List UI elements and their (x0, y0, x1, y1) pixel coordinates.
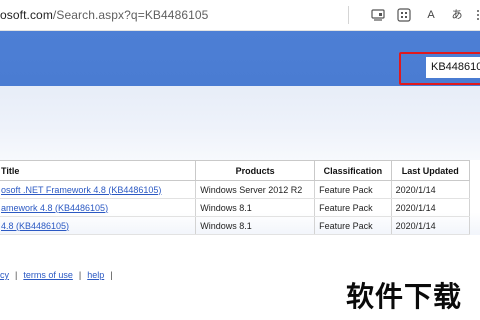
column-header-classification[interactable]: Classification (314, 160, 392, 181)
read-aloud-label: A (427, 9, 435, 21)
url-path: /Search.aspx?q=KB4486105 (52, 8, 209, 22)
cell-last-updated: 2020/1/14 (390, 216, 471, 235)
help-link[interactable]: help (87, 270, 104, 280)
url-host: osoft.com (0, 8, 53, 22)
header-fade (0, 86, 480, 160)
apps-icon[interactable] (396, 7, 412, 23)
read-aloud-icon[interactable]: A (423, 7, 439, 23)
results-table: Title Products Classification Last Updat… (0, 160, 471, 235)
cell-classification: Feature Pack (314, 180, 392, 199)
update-title-link[interactable]: amework 4.8 (KB4486105) (1, 203, 108, 213)
cell-classification: Feature Pack (314, 198, 392, 217)
address-bar[interactable]: osoft.com/Search.aspx?q=KB4486105 A あ (0, 0, 480, 31)
cell-product: Windows 8.1 (195, 198, 316, 217)
column-header-title[interactable]: Title (0, 160, 197, 181)
update-title-link[interactable]: 4.8 (KB4486105) (1, 221, 69, 231)
table-row: 4.8 (KB4486105) Windows 8.1 Feature Pack… (0, 216, 471, 235)
search-input[interactable] (426, 57, 480, 78)
update-title-link[interactable]: osoft .NET Framework 4.8 (KB4486105) (1, 185, 161, 195)
translate-label: あ (451, 9, 463, 21)
reader-view-icon[interactable] (370, 7, 386, 23)
footer-divider: | (78, 270, 82, 280)
watermark-text: 软件下载 (346, 280, 463, 313)
table-row: osoft .NET Framework 4.8 (KB4486105) Win… (0, 180, 471, 199)
url-text[interactable]: osoft.com/Search.aspx?q=KB4486105 (0, 8, 208, 22)
cell-title: 4.8 (KB4486105) (0, 216, 197, 235)
table-header-row: Title Products Classification Last Updat… (0, 160, 471, 181)
cell-product: Windows 8.1 (195, 216, 316, 235)
privacy-link[interactable]: cy (0, 270, 9, 280)
table-row: amework 4.8 (KB4486105) Windows 8.1 Feat… (0, 198, 471, 217)
more-icon[interactable] (470, 7, 480, 23)
cell-product: Windows Server 2012 R2 (195, 180, 316, 199)
footer-divider: | (110, 270, 113, 280)
cell-classification: Feature Pack (314, 216, 392, 235)
column-header-last-updated[interactable]: Last Updated (390, 160, 471, 181)
translate-icon[interactable]: あ (449, 7, 465, 23)
column-header-products[interactable]: Products (195, 160, 316, 181)
cell-last-updated: 2020/1/14 (390, 180, 471, 199)
cell-title: amework 4.8 (KB4486105) (0, 198, 197, 217)
toolbar-divider (348, 6, 349, 24)
cell-title: osoft .NET Framework 4.8 (KB4486105) (0, 180, 197, 199)
terms-of-use-link[interactable]: terms of use (23, 270, 73, 280)
footer-divider: | (15, 270, 18, 280)
cell-last-updated: 2020/1/14 (390, 198, 471, 217)
footer-links: cy | terms of use | help | (0, 270, 119, 280)
